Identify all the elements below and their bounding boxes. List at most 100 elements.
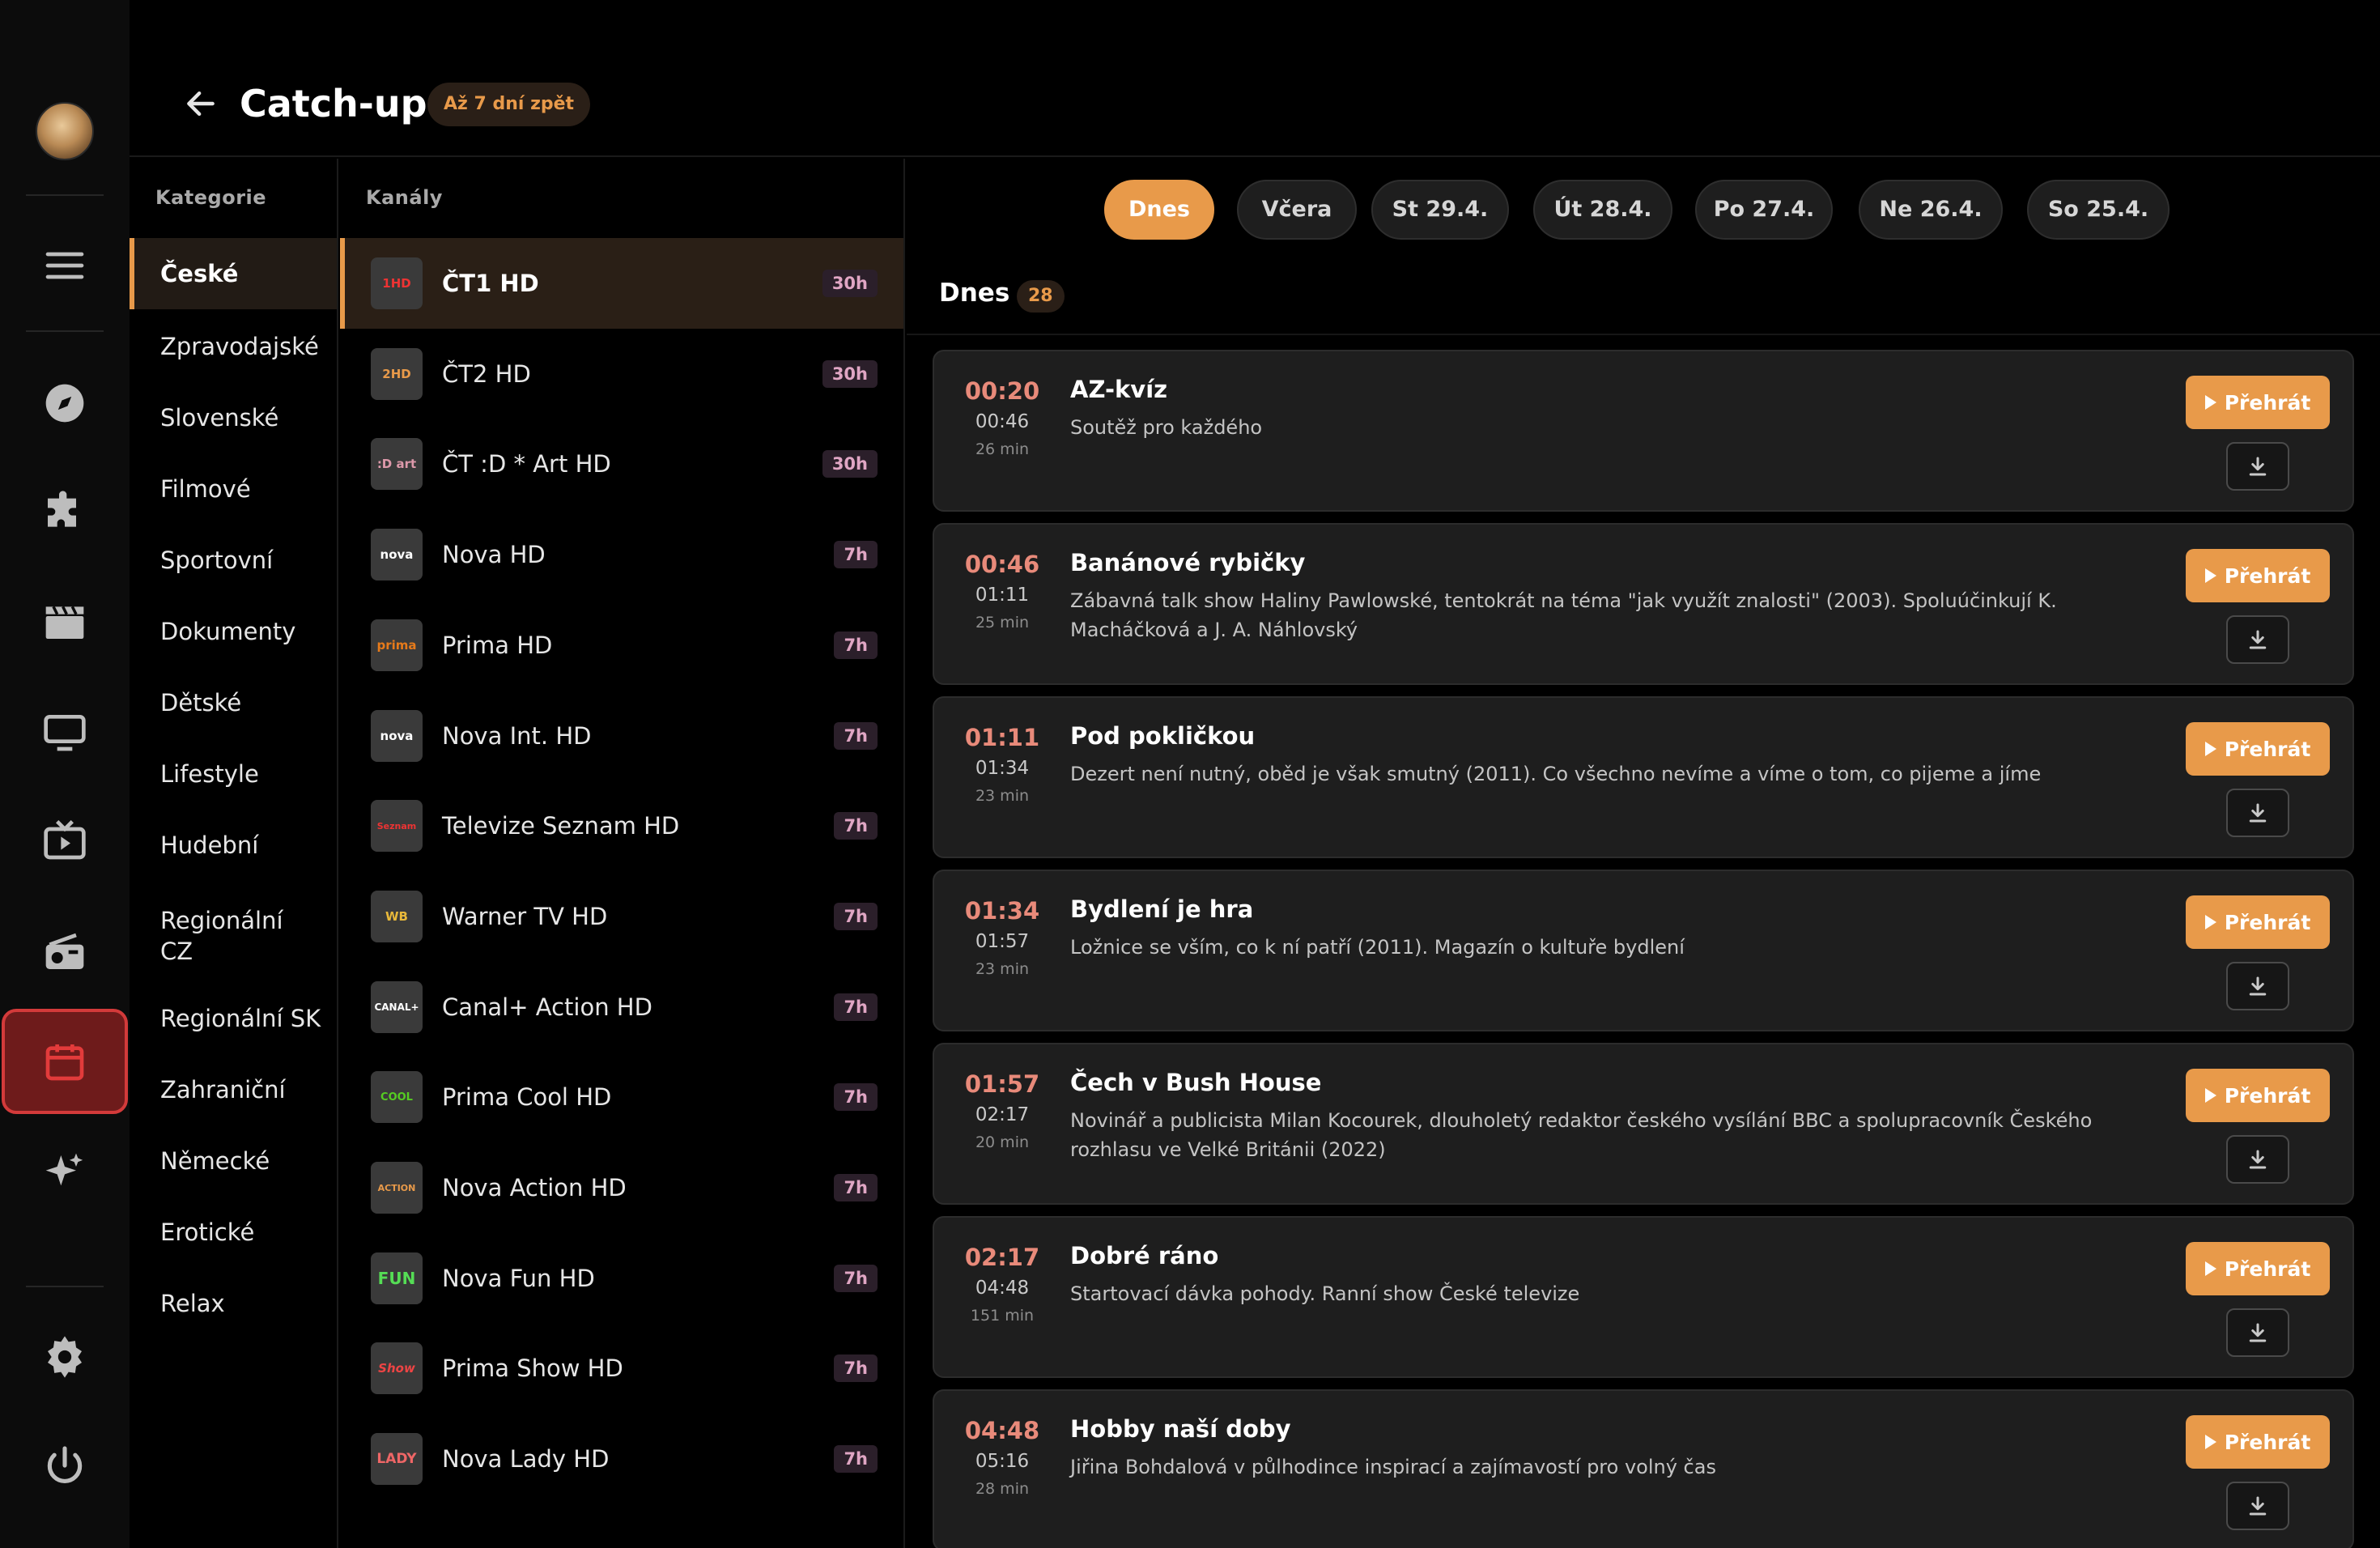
day-selector: Dnes Včera St 29.4. Út 28.4. Po 27.4. Ne 26.4… [907,180,2380,241]
channel-item[interactable]: ACTION Nova Action HD 7h [340,1142,903,1233]
play-tv-icon[interactable] [32,808,97,873]
channel-item[interactable]: Show Prima Show HD 7h [340,1323,903,1414]
program-start-time: 00:20 [964,377,1040,405]
channel-item[interactable]: CANAL+ Canal+ Action HD 7h [340,962,903,1053]
catchup-hours-badge: 7h [834,631,878,659]
download-button[interactable] [2226,962,2289,1010]
program-card[interactable]: 01:11 01:34 23 min Pod pokličkou Dezert není… [933,696,2354,858]
download-button[interactable] [2226,615,2289,664]
channel-item[interactable]: nova Nova Int. HD 7h [340,691,903,781]
category-item[interactable]: Sportovní [130,544,337,576]
play-button[interactable]: Přehrát [2186,376,2330,429]
category-item[interactable]: Dokumenty [130,615,337,648]
play-button[interactable]: Přehrát [2186,1069,2330,1122]
back-button[interactable] [175,78,227,130]
rail-divider [26,1286,104,1287]
download-button[interactable] [2226,1308,2289,1357]
day-tab[interactable]: Ne 26.4. [1859,180,2003,240]
play-button[interactable]: Přehrát [2186,895,2330,949]
category-item[interactable]: Regionální CZ [130,905,283,967]
play-button[interactable]: Přehrát [2186,549,2330,602]
program-card[interactable]: 01:34 01:57 23 min Bydlení je hra Ložnice se… [933,870,2354,1031]
program-title: Čech v Bush House [1070,1069,1322,1096]
day-tab[interactable]: Po 27.4. [1695,180,1833,240]
play-label: Přehrát [2224,563,2311,588]
avatar[interactable] [36,102,94,160]
channel-logo: 1HD [371,257,423,309]
calendar-icon[interactable] [2,1009,128,1114]
program-card[interactable]: 01:57 02:17 20 min Čech v Bush House Novinář… [933,1043,2354,1205]
program-title: Banánové rybičky [1070,549,1306,576]
download-button[interactable] [2226,1482,2289,1530]
page-title: Catch-up [240,82,427,125]
tv-icon[interactable] [32,700,97,764]
download-icon [2249,1150,2267,1169]
day-tab[interactable]: St 29.4. [1371,180,1509,240]
channel-logo: :D art [371,438,423,491]
divider [907,334,2380,335]
radio-icon[interactable] [32,920,97,985]
program-duration: 28 min [975,1480,1030,1498]
download-icon [2249,1496,2267,1516]
program-end-time: 01:57 [975,931,1030,952]
category-item[interactable]: Erotické [130,1216,337,1248]
program-card[interactable]: 04:48 05:16 28 min Hobby naší doby Jiřina Bo… [933,1389,2354,1548]
clapperboard-icon[interactable] [32,589,97,654]
program-card[interactable]: 00:46 01:11 25 min Banánové rybičky Zábavná … [933,523,2354,685]
channel-item[interactable]: 2HD ČT2 HD 30h [340,329,903,419]
play-button[interactable]: Přehrát [2186,1415,2330,1469]
day-tab[interactable]: Dnes [1104,180,1214,240]
download-button[interactable] [2226,789,2289,837]
program-end-time: 00:46 [975,411,1030,432]
channel-item[interactable]: COOL Prima Cool HD 7h [340,1052,903,1142]
rail-divider [26,330,104,332]
category-item[interactable]: Zahraniční [130,1074,337,1106]
channel-item[interactable]: FUN Nova Fun HD 7h [340,1233,903,1324]
channel-item[interactable]: prima Prima HD 7h [340,600,903,691]
menu-icon[interactable] [32,233,97,298]
channel-item[interactable]: WB Warner TV HD 7h [340,871,903,962]
category-item[interactable]: Filmové [130,473,337,505]
category-item[interactable]: Německé [130,1145,337,1177]
channels-column: Kanály 1HD ČT1 HD 30h 2HD ČT2 HD 30h:D art ČT … [340,159,905,1548]
channel-name: Nova Lady HD [442,1445,610,1474]
play-icon [2204,395,2216,410]
sparkles-icon[interactable] [32,1140,97,1205]
play-button[interactable]: Přehrát [2186,722,2330,776]
categories-heading: Kategorie [155,186,267,209]
category-item[interactable]: Slovenské [130,402,337,434]
day-tab[interactable]: Včera [1237,180,1357,240]
program-start-time: 01:34 [964,897,1040,925]
power-icon[interactable] [32,1433,97,1498]
category-item[interactable]: Hudební [130,829,337,861]
gear-icon[interactable] [32,1325,97,1389]
channel-item[interactable]: 1HD ČT1 HD 30h [340,238,903,329]
program-card[interactable]: 02:17 04:48 151 min Dobré ráno Startovací dá… [933,1216,2354,1378]
puzzle-icon[interactable] [32,479,97,544]
play-button[interactable]: Přehrát [2186,1242,2330,1295]
day-tab[interactable]: Út 28.4. [1533,180,1672,240]
compass-icon[interactable] [32,371,97,436]
category-item[interactable]: Zpravodajské [130,330,337,363]
download-button[interactable] [2226,442,2289,491]
rail-divider [26,194,104,196]
program-description: Soutěž pro každého [1070,416,1263,439]
list-heading: Dnes [939,279,1010,308]
program-card[interactable]: 00:20 00:46 26 min AZ-kvíz Soutěž pro každéh… [933,350,2354,512]
play-icon [2204,1088,2216,1103]
catchup-hours-badge: 7h [834,721,878,750]
day-tab[interactable]: So 25.4. [2027,180,2170,240]
channel-name: Nova Fun HD [442,1264,595,1292]
category-item[interactable]: Dětské [130,687,337,719]
channel-item[interactable]: Seznam Televize Seznam HD 7h [340,780,903,871]
channel-logo: LADY [371,1433,423,1486]
channel-item[interactable]: nova Nova HD 7h [340,509,903,600]
channel-name: Nova HD [442,541,546,569]
category-item[interactable]: Regionální SK [130,1002,337,1035]
category-item[interactable]: Relax [130,1287,337,1320]
channel-item[interactable]: LADY Nova Lady HD 7h [340,1414,903,1504]
channel-item[interactable]: :D art ČT :D * Art HD 30h [340,419,903,509]
download-button[interactable] [2226,1135,2289,1184]
category-item[interactable]: České [130,238,337,309]
category-item[interactable]: Lifestyle [130,758,337,790]
